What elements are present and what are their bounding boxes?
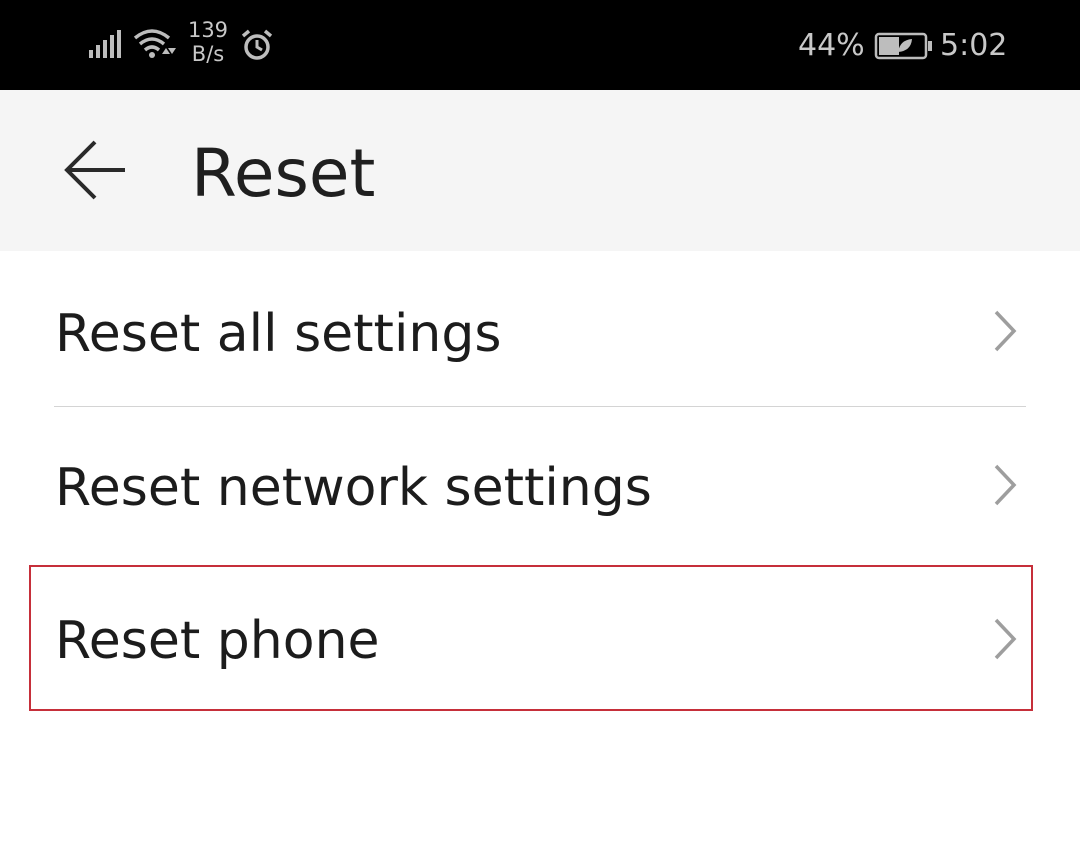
- list-item-label: Reset network settings: [55, 458, 652, 518]
- reset-screen: 139 B/s 44% 5:02 Reset Reset all setting…: [0, 0, 1080, 859]
- alarm-clock-icon: [241, 29, 273, 60]
- chevron-right-icon: [994, 464, 1017, 506]
- chevron-right-icon: [994, 310, 1017, 352]
- list-item-label: Reset all settings: [55, 304, 502, 364]
- status-bar: 139 B/s 44% 5:02: [0, 0, 1080, 90]
- highlight-box: [29, 565, 1033, 711]
- page-title: Reset: [191, 135, 376, 212]
- reset-all-settings-item[interactable]: Reset all settings: [0, 251, 1080, 406]
- battery-percent: 44%: [798, 28, 865, 63]
- wifi-icon: [133, 29, 176, 58]
- network-speed-value: 139: [187, 18, 229, 42]
- battery-saver-icon: [874, 32, 932, 60]
- network-speed: 139 B/s: [186, 18, 230, 66]
- back-arrow-icon: [64, 140, 125, 200]
- app-bar: Reset: [0, 90, 1080, 251]
- network-speed-unit: B/s: [191, 42, 225, 66]
- signal-bars-icon: [89, 30, 121, 58]
- back-button[interactable]: [50, 130, 140, 210]
- clock-time: 5:02: [940, 28, 1008, 63]
- reset-network-settings-item[interactable]: Reset network settings: [0, 407, 1080, 562]
